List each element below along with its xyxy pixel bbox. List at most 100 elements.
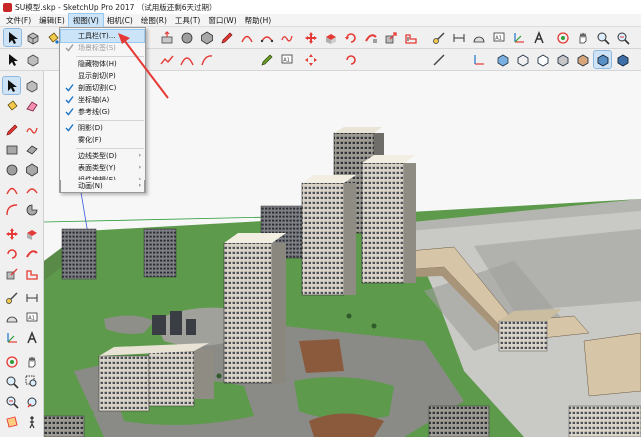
menu-item-face-style[interactable]: 表面类型(Y) › bbox=[61, 162, 144, 174]
pencil-2-button[interactable] bbox=[258, 51, 275, 68]
left-text-button[interactable]: A1 bbox=[23, 309, 40, 326]
menu-help[interactable]: 帮助(H) bbox=[241, 14, 276, 27]
menu-item-scene-tabs[interactable]: 场景标签(S) bbox=[61, 42, 144, 54]
left-dimension-button[interactable] bbox=[23, 289, 40, 306]
menu-window[interactable]: 窗口(W) bbox=[204, 14, 240, 27]
left-position-camera-button[interactable] bbox=[3, 413, 20, 430]
protractor-button[interactable] bbox=[470, 29, 487, 46]
left-protractor-button[interactable] bbox=[3, 309, 20, 326]
menu-item-fog[interactable]: 雾化(F) bbox=[61, 134, 144, 146]
tape-measure-button[interactable] bbox=[430, 29, 447, 46]
zoom-extents-button[interactable] bbox=[614, 29, 631, 46]
menu-item-section-cuts[interactable]: 剖面切割(C) bbox=[61, 82, 144, 94]
left-rectangle-button[interactable] bbox=[3, 141, 20, 158]
left-eraser-button[interactable] bbox=[23, 97, 40, 114]
move-2-button[interactable] bbox=[302, 51, 319, 68]
left-tape-button[interactable] bbox=[3, 289, 20, 306]
make-component-button[interactable] bbox=[24, 29, 41, 46]
dimension-button[interactable] bbox=[450, 29, 467, 46]
left-pan-button[interactable] bbox=[23, 353, 40, 370]
sandbox-button[interactable] bbox=[158, 51, 175, 68]
style-xray-button[interactable] bbox=[494, 51, 511, 68]
left-walk-button[interactable] bbox=[23, 413, 40, 430]
menu-item-animation[interactable]: 动画(N) bbox=[78, 180, 103, 192]
zoom-button[interactable] bbox=[594, 29, 611, 46]
menu-file[interactable]: 文件(F) bbox=[2, 14, 35, 27]
push-pull-button[interactable] bbox=[158, 29, 175, 46]
style-wire-button[interactable] bbox=[514, 51, 531, 68]
left-zoom-window-button[interactable] bbox=[23, 373, 40, 390]
menu-item-edge-style[interactable]: 边线类型(D) › bbox=[61, 150, 144, 162]
component-2-button[interactable] bbox=[24, 51, 41, 68]
push-pull-2-button[interactable] bbox=[322, 29, 339, 46]
style-monochrome-button[interactable] bbox=[593, 50, 612, 69]
left-polygon-button[interactable] bbox=[23, 161, 40, 178]
left-followme-button[interactable] bbox=[23, 245, 40, 262]
sandbox-3-button[interactable] bbox=[198, 51, 215, 68]
left-arc-button[interactable] bbox=[3, 181, 20, 198]
arc-button[interactable] bbox=[238, 29, 255, 46]
rotate-button[interactable] bbox=[342, 29, 359, 46]
push-pull-icon bbox=[325, 33, 336, 44]
move-icon bbox=[304, 53, 317, 66]
left-arc-3pt-button[interactable] bbox=[3, 201, 20, 218]
text-2-button[interactable]: A1 bbox=[278, 51, 295, 68]
menu-view[interactable]: 视图(V) bbox=[67, 12, 104, 28]
follow-me-button[interactable] bbox=[362, 29, 379, 46]
scale-button[interactable] bbox=[382, 29, 399, 46]
menu-item-guides[interactable]: 参考线(G) bbox=[61, 106, 144, 118]
left-arc-2pt-button[interactable] bbox=[23, 181, 40, 198]
pan-button[interactable] bbox=[574, 29, 591, 46]
menu-draw[interactable]: 绘图(R) bbox=[137, 14, 171, 27]
left-3dtext-button[interactable] bbox=[23, 329, 40, 346]
zoom-extents-icon bbox=[6, 396, 19, 409]
left-component-button[interactable] bbox=[23, 77, 40, 94]
tape-measure-2-button[interactable] bbox=[430, 51, 447, 68]
rotate-2-button[interactable] bbox=[342, 51, 359, 68]
left-offset-button[interactable] bbox=[23, 265, 40, 282]
left-axes-button[interactable] bbox=[3, 329, 20, 346]
left-freehand-button[interactable] bbox=[23, 121, 40, 138]
left-scale-button[interactable] bbox=[3, 265, 20, 282]
text-button[interactable]: A1 bbox=[490, 29, 507, 46]
move-button[interactable] bbox=[302, 29, 319, 46]
left-zoom-extents-button[interactable] bbox=[3, 393, 20, 410]
style-shaded-button[interactable] bbox=[554, 51, 571, 68]
menu-item-hidden-geometry[interactable]: 隐藏物体(H) bbox=[61, 58, 144, 70]
circle-button[interactable] bbox=[178, 29, 195, 46]
left-circle-button[interactable] bbox=[3, 161, 20, 178]
left-select-button[interactable] bbox=[2, 76, 21, 95]
menu-item-section-planes[interactable]: 显示剖切(P) bbox=[61, 70, 144, 82]
arc-2pt-button[interactable] bbox=[258, 29, 275, 46]
menu-item-axes[interactable]: 坐标轴(A) bbox=[61, 94, 144, 106]
axes-2-button[interactable] bbox=[470, 51, 487, 68]
polygon-button[interactable] bbox=[198, 29, 215, 46]
menu-item-shadows[interactable]: 阴影(D) bbox=[61, 122, 144, 134]
left-rotated-rect-button[interactable] bbox=[23, 141, 40, 158]
left-rotate-button[interactable] bbox=[3, 245, 20, 262]
menu-tools[interactable]: 工具(T) bbox=[171, 14, 204, 27]
select-tool-2-button[interactable] bbox=[4, 51, 21, 68]
3d-text-button[interactable] bbox=[530, 29, 547, 46]
left-pushpull-button[interactable] bbox=[23, 225, 40, 242]
axes-button[interactable] bbox=[510, 29, 527, 46]
style-default-button[interactable] bbox=[614, 51, 631, 68]
left-paint-button[interactable] bbox=[3, 97, 20, 114]
left-move-button[interactable] bbox=[3, 225, 20, 242]
style-textured-button[interactable] bbox=[574, 51, 591, 68]
left-line-button[interactable] bbox=[3, 121, 20, 138]
menu-camera[interactable]: 相机(C) bbox=[103, 14, 137, 27]
pencil-button[interactable] bbox=[218, 29, 235, 46]
menu-item-toolbars[interactable]: 工具栏(T)... bbox=[60, 29, 145, 43]
left-pie-button[interactable] bbox=[23, 201, 40, 218]
freehand-button[interactable] bbox=[278, 29, 295, 46]
sandbox-2-button[interactable] bbox=[178, 51, 195, 68]
orbit-button[interactable] bbox=[554, 29, 571, 46]
left-zoom-button[interactable] bbox=[3, 373, 20, 390]
left-orbit-button[interactable] bbox=[3, 353, 20, 370]
menu-edit[interactable]: 编辑(E) bbox=[35, 14, 69, 27]
select-tool-button[interactable] bbox=[3, 28, 22, 47]
style-hidden-button[interactable] bbox=[534, 51, 551, 68]
left-previous-view-button[interactable] bbox=[23, 393, 40, 410]
offset-button[interactable] bbox=[402, 29, 419, 46]
